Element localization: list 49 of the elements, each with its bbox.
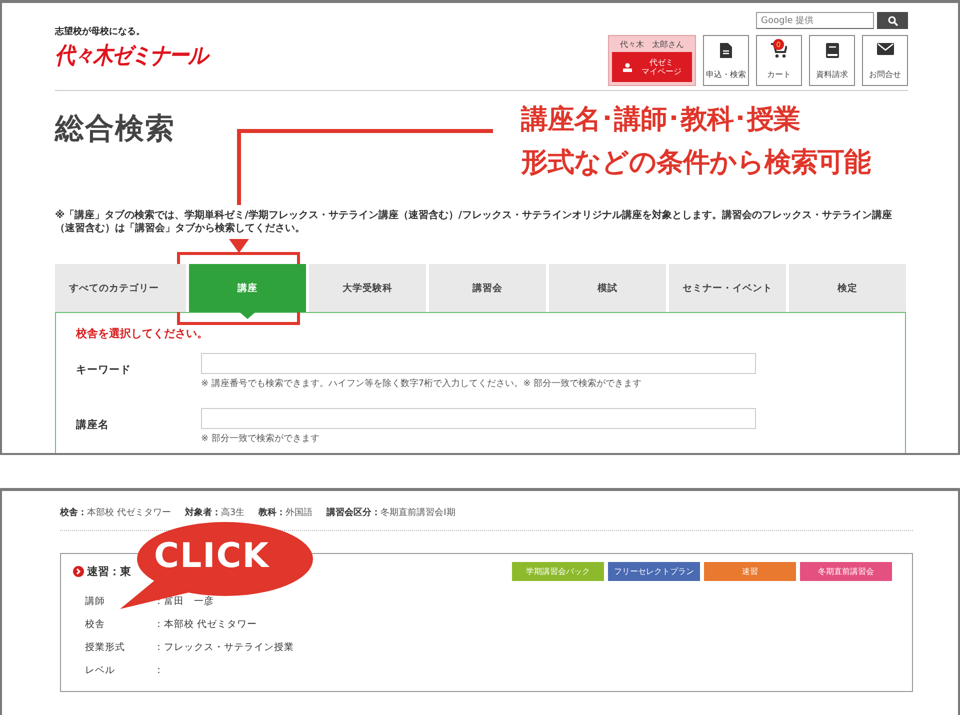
user-name: 代々木 太郎さん [620,39,684,50]
meta-item: 校舎：本部校 代ゼミタワー [60,506,171,519]
mail-icon [876,43,894,55]
search-icon [888,16,898,26]
field-hint: ※ 部分一致で検索ができます [201,432,320,445]
search-field[interactable]: Google 提供 [756,12,874,29]
input-field[interactable] [201,408,756,429]
category-tab[interactable]: 大学受験科 [309,264,426,312]
meta-item: 対象者：高3生 [184,506,245,519]
page-title: 総合検索 [55,110,175,147]
click-label: CLICK [154,536,270,576]
chevron-circle-icon [73,566,84,577]
person-icon [622,62,632,72]
field-hint: ※ 講座番号でも検索できます。ハイフン等を除く数字7桁で入力してください。※ 部分一致で検索ができます [201,378,643,390]
field-label: 講座名 [76,418,110,432]
course-tag: 速習 [704,562,796,581]
detail-label: レベル [85,664,116,677]
annotation-text: 講座名･講師･教科･授業 形式などの条件から検索可能 [521,103,870,180]
course-title[interactable]: 速習：東 [87,564,131,579]
input-field[interactable] [201,353,756,374]
course-tag: 学期講習会パック [512,562,604,581]
document-icon [720,43,732,58]
detail-value: ： [154,664,164,677]
detail-value: ：本部校 代ゼミタワー [154,618,258,631]
mypage-button[interactable]: 代ゼミ マイページ [612,52,692,82]
nav-button[interactable]: お問合せ [862,35,908,86]
field-label: キーワード [76,363,132,377]
course-tag: フリーセレクトプラン [608,562,700,581]
detail-label: 授業形式 [85,641,126,654]
detail-label: 校舎 [85,618,106,631]
detail-value: ：フレックス・サテライン授業 [154,641,294,654]
meta-item: 教科：外国語 [258,506,313,519]
nav-button[interactable]: 申込・検索 [703,35,749,86]
category-tab[interactable]: すべてのカテゴリー [55,264,186,312]
category-tab[interactable]: 講習会 [429,264,546,312]
tagline: 志望校が母校になる。 [55,25,146,38]
category-tab[interactable]: セミナー・イベント [669,264,786,312]
meta-item: 講習会区分：冬期直前講習会Ⅰ期 [326,506,456,519]
detail-label: 講師 [85,595,106,608]
course-tag: 冬期直前講習会 [800,562,892,581]
cart-icon [771,43,787,58]
category-tab[interactable]: 検定 [789,264,906,312]
search-button[interactable] [877,12,908,29]
nav-button[interactable]: 資料請求 [809,35,855,86]
error-message: 校舎を選択してください。 [76,326,209,341]
notice-text: ※「講座」タブの検索では、学期単科ゼミ/学期フレックス・サテライン講座（速習含む）/フレックス・サテラインオリジナル講座を対象とします。講習会のフレックス・サテライン講座（速習含む）は「講習会」タブから検索してください。 [55,209,894,235]
category-tab[interactable]: 模試 [549,264,666,312]
site-logo[interactable]: 代々木ゼミナール [55,40,207,72]
book-icon [826,43,838,58]
